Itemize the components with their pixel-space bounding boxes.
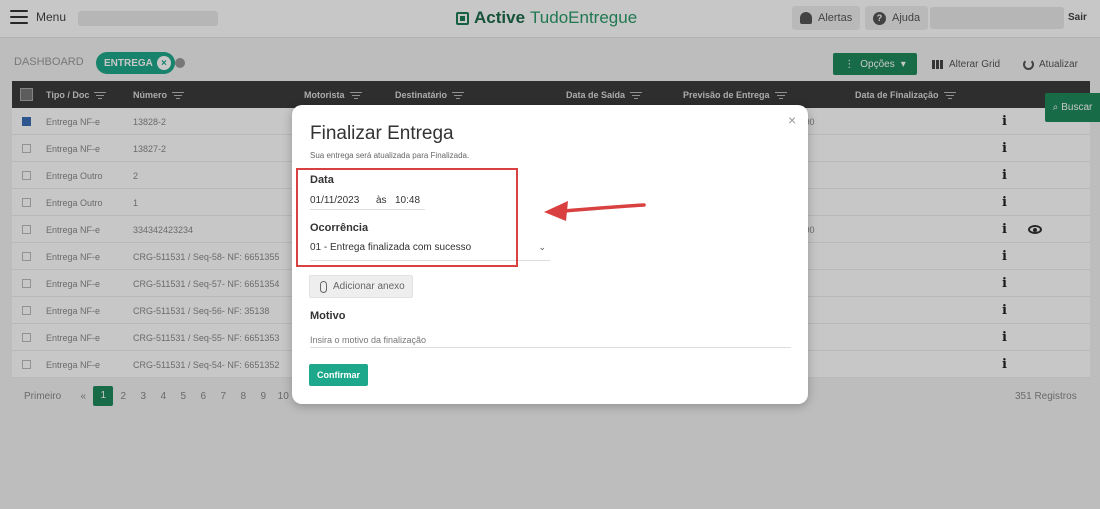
add-attachment-label: Adicionar anexo bbox=[333, 281, 405, 292]
reason-label: Motivo bbox=[310, 310, 346, 322]
paperclip-icon bbox=[320, 280, 327, 293]
reason-input[interactable] bbox=[310, 332, 791, 348]
close-icon[interactable]: × bbox=[788, 112, 796, 128]
confirm-button[interactable]: Confirmar bbox=[309, 364, 368, 386]
add-attachment-button[interactable]: Adicionar anexo bbox=[309, 275, 413, 298]
modal-title: Finalizar Entrega bbox=[310, 123, 454, 144]
annotation-arrow-icon bbox=[544, 201, 646, 221]
annotation-highlight-box bbox=[296, 168, 518, 267]
chevron-down-icon: ⌄ bbox=[538, 242, 546, 252]
modal-subtitle: Sua entrega será atualizada para Finaliz… bbox=[310, 151, 470, 160]
